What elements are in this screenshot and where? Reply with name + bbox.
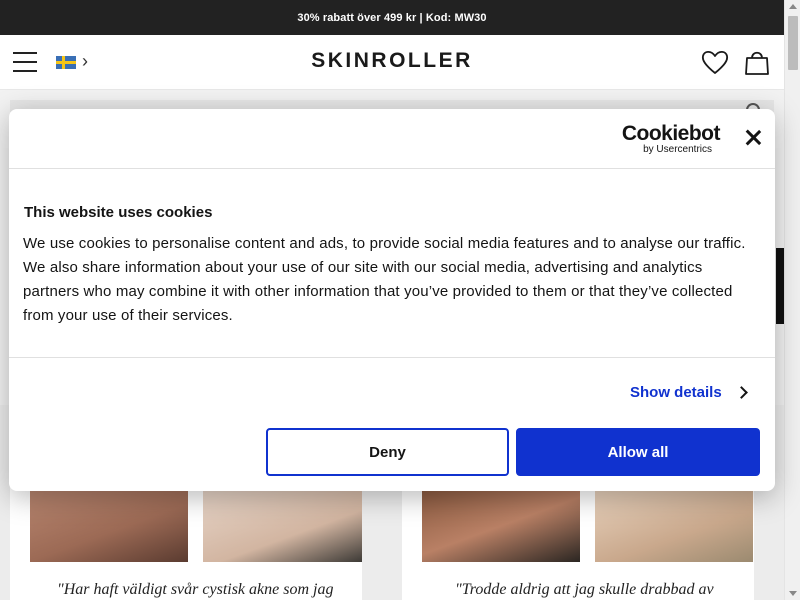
shopping-bag-icon[interactable] [744, 48, 770, 76]
review-photo-after [595, 490, 753, 562]
scroll-down-arrow-icon[interactable] [789, 591, 797, 596]
close-icon[interactable] [743, 127, 763, 147]
dialog-title: This website uses cookies [24, 204, 213, 221]
cookie-consent-dialog: Cookiebot by Usercentrics This website u… [9, 109, 775, 491]
cookiebot-brand-sub: by Usercentrics [643, 144, 712, 155]
dialog-header: Cookiebot by Usercentrics [9, 109, 775, 169]
review-quote: "Har haft väldigt svår cystisk akne som … [57, 581, 334, 598]
review-photo-after [203, 490, 362, 562]
review-photo-before [30, 490, 188, 562]
show-details-link[interactable]: Show details [630, 384, 722, 401]
review-photo-before [422, 490, 580, 562]
cookiebot-logo: Cookiebot by Usercentrics [610, 122, 721, 155]
page-scrollbar[interactable] [784, 0, 800, 600]
scroll-up-arrow-icon[interactable] [789, 4, 797, 9]
divider [9, 357, 775, 358]
allow-all-button[interactable]: Allow all [516, 428, 760, 476]
cookiebot-brand: Cookiebot [621, 122, 721, 145]
scrollbar-thumb[interactable] [788, 16, 798, 70]
deny-button[interactable]: Deny [266, 428, 509, 476]
site-logo[interactable]: SKINROLLER [0, 49, 784, 73]
site-header: › SKINROLLER [0, 35, 784, 90]
background-banner [776, 248, 784, 324]
promo-text: 30% rabatt över 499 kr | Kod: MW30 [297, 11, 487, 24]
dialog-body-text: We use cookies to personalise content an… [23, 235, 746, 324]
heart-icon[interactable] [701, 49, 729, 75]
promo-bar: 30% rabatt över 499 kr | Kod: MW30 [0, 0, 784, 35]
chevron-right-icon[interactable] [735, 386, 748, 399]
review-quote: "Trodde aldrig att jag skulle drabbad av [455, 581, 714, 598]
